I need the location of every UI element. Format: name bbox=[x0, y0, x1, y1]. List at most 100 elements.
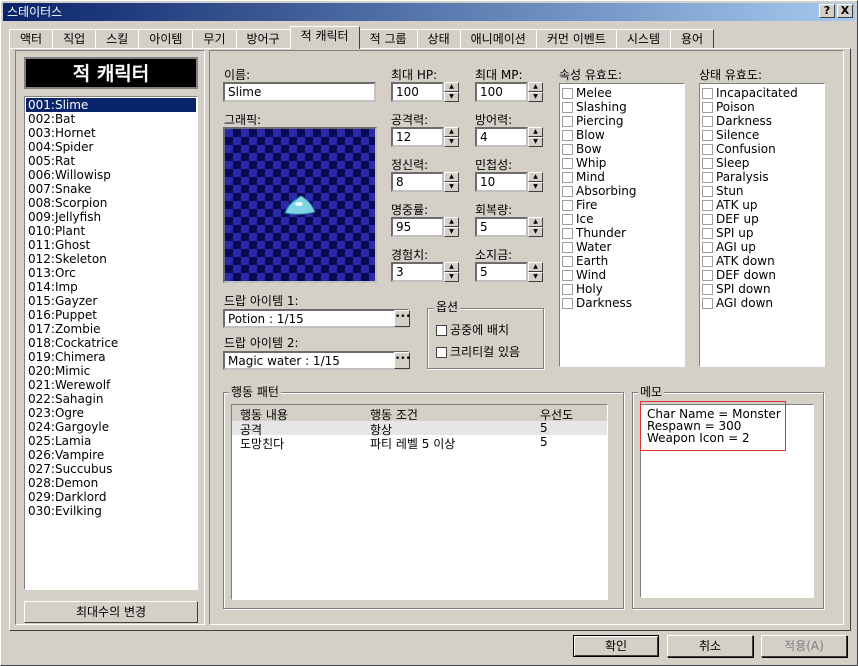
tab-8[interactable]: 상태 bbox=[416, 29, 461, 49]
checkbox-icon[interactable] bbox=[562, 269, 573, 281]
tab-12[interactable]: 용어 bbox=[669, 29, 715, 49]
checkbox-icon[interactable] bbox=[702, 171, 713, 183]
list-item[interactable]: 012:Skeleton bbox=[26, 252, 196, 266]
checkbox-icon[interactable] bbox=[562, 241, 573, 253]
spin-down-icon[interactable]: ▼ bbox=[528, 137, 543, 147]
close-button[interactable]: X bbox=[837, 4, 853, 18]
agi-spin[interactable]: 10 ▲ ▼ bbox=[475, 172, 543, 192]
spin-down-icon[interactable]: ▼ bbox=[528, 182, 543, 192]
change-max-button[interactable]: 최대수의 변경 bbox=[24, 601, 198, 623]
hit-spin[interactable]: 95 ▲ ▼ bbox=[391, 217, 459, 237]
state-list[interactable]: Incapacitated Poison Darkness Silence Confus… bbox=[699, 83, 825, 367]
element-item[interactable]: Fire bbox=[560, 198, 684, 212]
ok-button[interactable]: 확인 bbox=[573, 635, 659, 657]
spin-down-icon[interactable]: ▼ bbox=[528, 272, 543, 282]
tab-9[interactable]: 애니메이션 bbox=[459, 29, 537, 49]
element-item[interactable]: Absorbing bbox=[560, 184, 684, 198]
list-item[interactable]: 022:Sahagin bbox=[26, 392, 196, 406]
atk-value[interactable]: 12 bbox=[391, 127, 444, 147]
checkbox-icon[interactable] bbox=[702, 115, 713, 127]
element-item[interactable]: Melee bbox=[560, 86, 684, 100]
gold-value[interactable]: 5 bbox=[475, 262, 528, 282]
gold-spin[interactable]: 5 ▲ ▼ bbox=[475, 262, 543, 282]
list-item[interactable]: 013:Orc bbox=[26, 266, 196, 280]
table-row[interactable]: 도망친다 파티 레벨 5 이상 5 bbox=[232, 435, 607, 451]
checkbox-icon[interactable] bbox=[702, 101, 713, 113]
list-item[interactable]: 006:Willowisp bbox=[26, 168, 196, 182]
enemy-graphic[interactable] bbox=[223, 127, 377, 283]
checkbox-icon[interactable] bbox=[702, 199, 713, 211]
checkbox-icon[interactable] bbox=[702, 255, 713, 267]
atk-spin[interactable]: 12 ▲ ▼ bbox=[391, 127, 459, 147]
list-item[interactable]: 003:Hornet bbox=[26, 126, 196, 140]
list-item[interactable]: 028:Demon bbox=[26, 476, 196, 490]
drop2-field[interactable]: Magic water : 1/15 bbox=[223, 351, 409, 370]
element-item[interactable]: Wind bbox=[560, 268, 684, 282]
element-item[interactable]: Piercing bbox=[560, 114, 684, 128]
tab-11[interactable]: 시스템 bbox=[615, 29, 671, 49]
table-row[interactable]: 공격 항상 5 bbox=[232, 421, 607, 437]
list-item[interactable]: 020:Mimic bbox=[26, 364, 196, 378]
state-item[interactable]: Paralysis bbox=[700, 170, 824, 184]
element-item[interactable]: Blow bbox=[560, 128, 684, 142]
spin-up-icon[interactable]: ▲ bbox=[528, 127, 543, 137]
state-item[interactable]: SPI down bbox=[700, 282, 824, 296]
drop1-browse-button[interactable]: ••• bbox=[394, 310, 411, 327]
state-item[interactable]: Stun bbox=[700, 184, 824, 198]
checkbox-icon[interactable] bbox=[562, 157, 573, 169]
drop1-field[interactable]: Potion : 1/15 bbox=[223, 309, 409, 328]
state-item[interactable]: Silence bbox=[700, 128, 824, 142]
critical-checkbox[interactable]: 크리티컬 있음 bbox=[434, 345, 520, 359]
checkbox-icon[interactable] bbox=[562, 115, 573, 127]
state-item[interactable]: Sleep bbox=[700, 156, 824, 170]
list-item[interactable]: 001:Slime bbox=[26, 98, 196, 112]
checkbox-icon[interactable] bbox=[562, 227, 573, 239]
list-item[interactable]: 023:Ogre bbox=[26, 406, 196, 420]
agi-value[interactable]: 10 bbox=[475, 172, 528, 192]
state-item[interactable]: Poison bbox=[700, 100, 824, 114]
state-item[interactable]: Incapacitated bbox=[700, 86, 824, 100]
list-item[interactable]: 005:Rat bbox=[26, 154, 196, 168]
checkbox-icon[interactable] bbox=[702, 283, 713, 295]
checkbox-icon[interactable] bbox=[562, 143, 573, 155]
checkbox-icon[interactable] bbox=[562, 199, 573, 211]
checkbox-icon[interactable] bbox=[436, 346, 447, 358]
spin-up-icon[interactable]: ▲ bbox=[528, 262, 543, 272]
spin-down-icon[interactable]: ▼ bbox=[444, 227, 459, 237]
drop2-browse-button[interactable]: ••• bbox=[394, 352, 411, 369]
max-hp-value[interactable]: 100 bbox=[391, 82, 444, 102]
state-item[interactable]: DEF up bbox=[700, 212, 824, 226]
spin-up-icon[interactable]: ▲ bbox=[528, 217, 543, 227]
spin-down-icon[interactable]: ▼ bbox=[444, 272, 459, 282]
enemy-list[interactable]: 001:Slime 002:Bat 003:Hornet 004:Spider 005:… bbox=[24, 96, 198, 590]
checkbox-icon[interactable] bbox=[702, 143, 713, 155]
checkbox-icon[interactable] bbox=[702, 87, 713, 99]
element-item[interactable]: Darkness bbox=[560, 296, 684, 310]
spin-up-icon[interactable]: ▲ bbox=[444, 262, 459, 272]
tab-3[interactable]: 아이템 bbox=[138, 29, 194, 49]
list-item[interactable]: 015:Gayzer bbox=[26, 294, 196, 308]
def-value[interactable]: 4 bbox=[475, 127, 528, 147]
checkbox-icon[interactable] bbox=[702, 297, 713, 309]
spin-up-icon[interactable]: ▲ bbox=[444, 82, 459, 92]
spin-down-icon[interactable]: ▼ bbox=[528, 227, 543, 237]
spin-up-icon[interactable]: ▲ bbox=[528, 82, 543, 92]
checkbox-icon[interactable] bbox=[562, 185, 573, 197]
list-item[interactable]: 010:Plant bbox=[26, 224, 196, 238]
checkbox-icon[interactable] bbox=[702, 185, 713, 197]
exp-value[interactable]: 3 bbox=[391, 262, 444, 282]
tab-10[interactable]: 커먼 이벤트 bbox=[535, 29, 617, 49]
spi-spin[interactable]: 8 ▲ ▼ bbox=[391, 172, 459, 192]
max-mp-spin[interactable]: 100 ▲ ▼ bbox=[475, 82, 543, 102]
state-item[interactable]: ATK up bbox=[700, 198, 824, 212]
eva-value[interactable]: 5 bbox=[475, 217, 528, 237]
state-item[interactable]: DEF down bbox=[700, 268, 824, 282]
element-item[interactable]: Mind bbox=[560, 170, 684, 184]
list-item[interactable]: 026:Vampire bbox=[26, 448, 196, 462]
list-item[interactable]: 030:Evilking bbox=[26, 504, 196, 518]
spin-down-icon[interactable]: ▼ bbox=[528, 92, 543, 102]
element-list[interactable]: Melee Slashing Piercing Blow Bow Whip Mind Abso… bbox=[559, 83, 685, 367]
list-item[interactable]: 014:Imp bbox=[26, 280, 196, 294]
spin-up-icon[interactable]: ▲ bbox=[444, 217, 459, 227]
list-item[interactable]: 016:Puppet bbox=[26, 308, 196, 322]
